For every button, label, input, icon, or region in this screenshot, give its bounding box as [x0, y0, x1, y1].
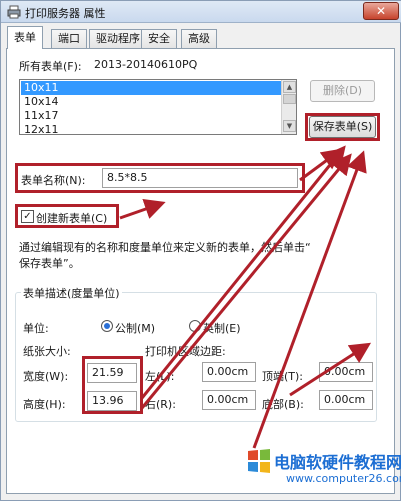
create-new-checkbox[interactable]: ✓ [21, 210, 34, 223]
windows-logo-icon [248, 449, 270, 473]
metric-radio[interactable] [101, 320, 113, 332]
description-line-2: 保存表单”。 [19, 257, 80, 270]
tab-advanced[interactable]: 高级 [181, 29, 217, 49]
forms-list[interactable]: 10x11 10x14 11x17 12x11 [19, 79, 297, 135]
height-label: 高度(H): [23, 398, 66, 411]
close-button[interactable]: ✕ [363, 2, 399, 20]
form-name-field[interactable]: 8.5*8.5 [102, 168, 298, 188]
create-new-label: 创建新表单(C) [36, 212, 108, 225]
bottom-margin-label: 底部(B): [262, 398, 304, 411]
form-name-label: 表单名称(N): [21, 174, 86, 187]
delete-button[interactable]: 删除(D) [310, 80, 375, 102]
margins-label: 打印机区域边距: [145, 345, 226, 358]
metric-label: 公制(M) [115, 322, 156, 335]
width-label: 宽度(W): [23, 370, 69, 383]
paper-size-label: 纸张大小: [23, 345, 71, 358]
paper-size-highlight [82, 356, 143, 414]
imperial-radio[interactable] [189, 320, 201, 332]
right-margin-field[interactable]: 0.00cm [202, 390, 256, 410]
list-item[interactable]: 10x14 [21, 95, 283, 109]
scroll-up-icon[interactable]: ▲ [283, 81, 296, 93]
server-name: 2013-20140610PQ [94, 58, 198, 71]
scroll-thumb[interactable] [283, 94, 296, 104]
left-margin-label: 左(L): [145, 370, 175, 383]
watermark-url: www.computer26.com [286, 472, 401, 485]
all-forms-label: 所有表单(F): [19, 60, 82, 73]
tab-drivers[interactable]: 驱动程序 [89, 29, 147, 49]
forms-list-scrollbar[interactable]: ▲ ▼ [281, 80, 296, 134]
tab-security[interactable]: 安全 [141, 29, 177, 49]
save-form-button[interactable]: 保存表单(S) [309, 116, 376, 138]
window-title: 打印服务器 属性 [25, 7, 106, 20]
printer-icon [7, 5, 21, 19]
top-margin-field[interactable]: 0.00cm [319, 362, 373, 382]
right-margin-label: 右(R): [145, 398, 176, 411]
tab-ports[interactable]: 端口 [51, 29, 87, 49]
description-line-1: 通过编辑现有的名称和度量单位来定义新的表单，然后单击“ [19, 241, 311, 254]
title-bar: 打印服务器 属性 ✕ [1, 1, 401, 23]
list-item[interactable]: 10x11 [21, 81, 283, 95]
tab-forms[interactable]: 表单 [7, 26, 43, 49]
watermark: 电脑软硬件教程网 www.computer26.com [246, 446, 401, 501]
scroll-down-icon[interactable]: ▼ [283, 120, 296, 132]
left-margin-field[interactable]: 0.00cm [202, 362, 256, 382]
units-label: 单位: [23, 322, 49, 335]
top-margin-label: 顶端(T): [262, 370, 304, 383]
list-item[interactable]: 11x17 [21, 109, 283, 123]
watermark-text: 电脑软硬件教程网 [274, 453, 401, 472]
measure-group-label: 表单描述(度量单位) [21, 285, 122, 301]
list-item[interactable]: 12x11 [21, 123, 283, 134]
bottom-margin-field[interactable]: 0.00cm [319, 390, 373, 410]
imperial-label: 英制(E) [203, 322, 241, 335]
